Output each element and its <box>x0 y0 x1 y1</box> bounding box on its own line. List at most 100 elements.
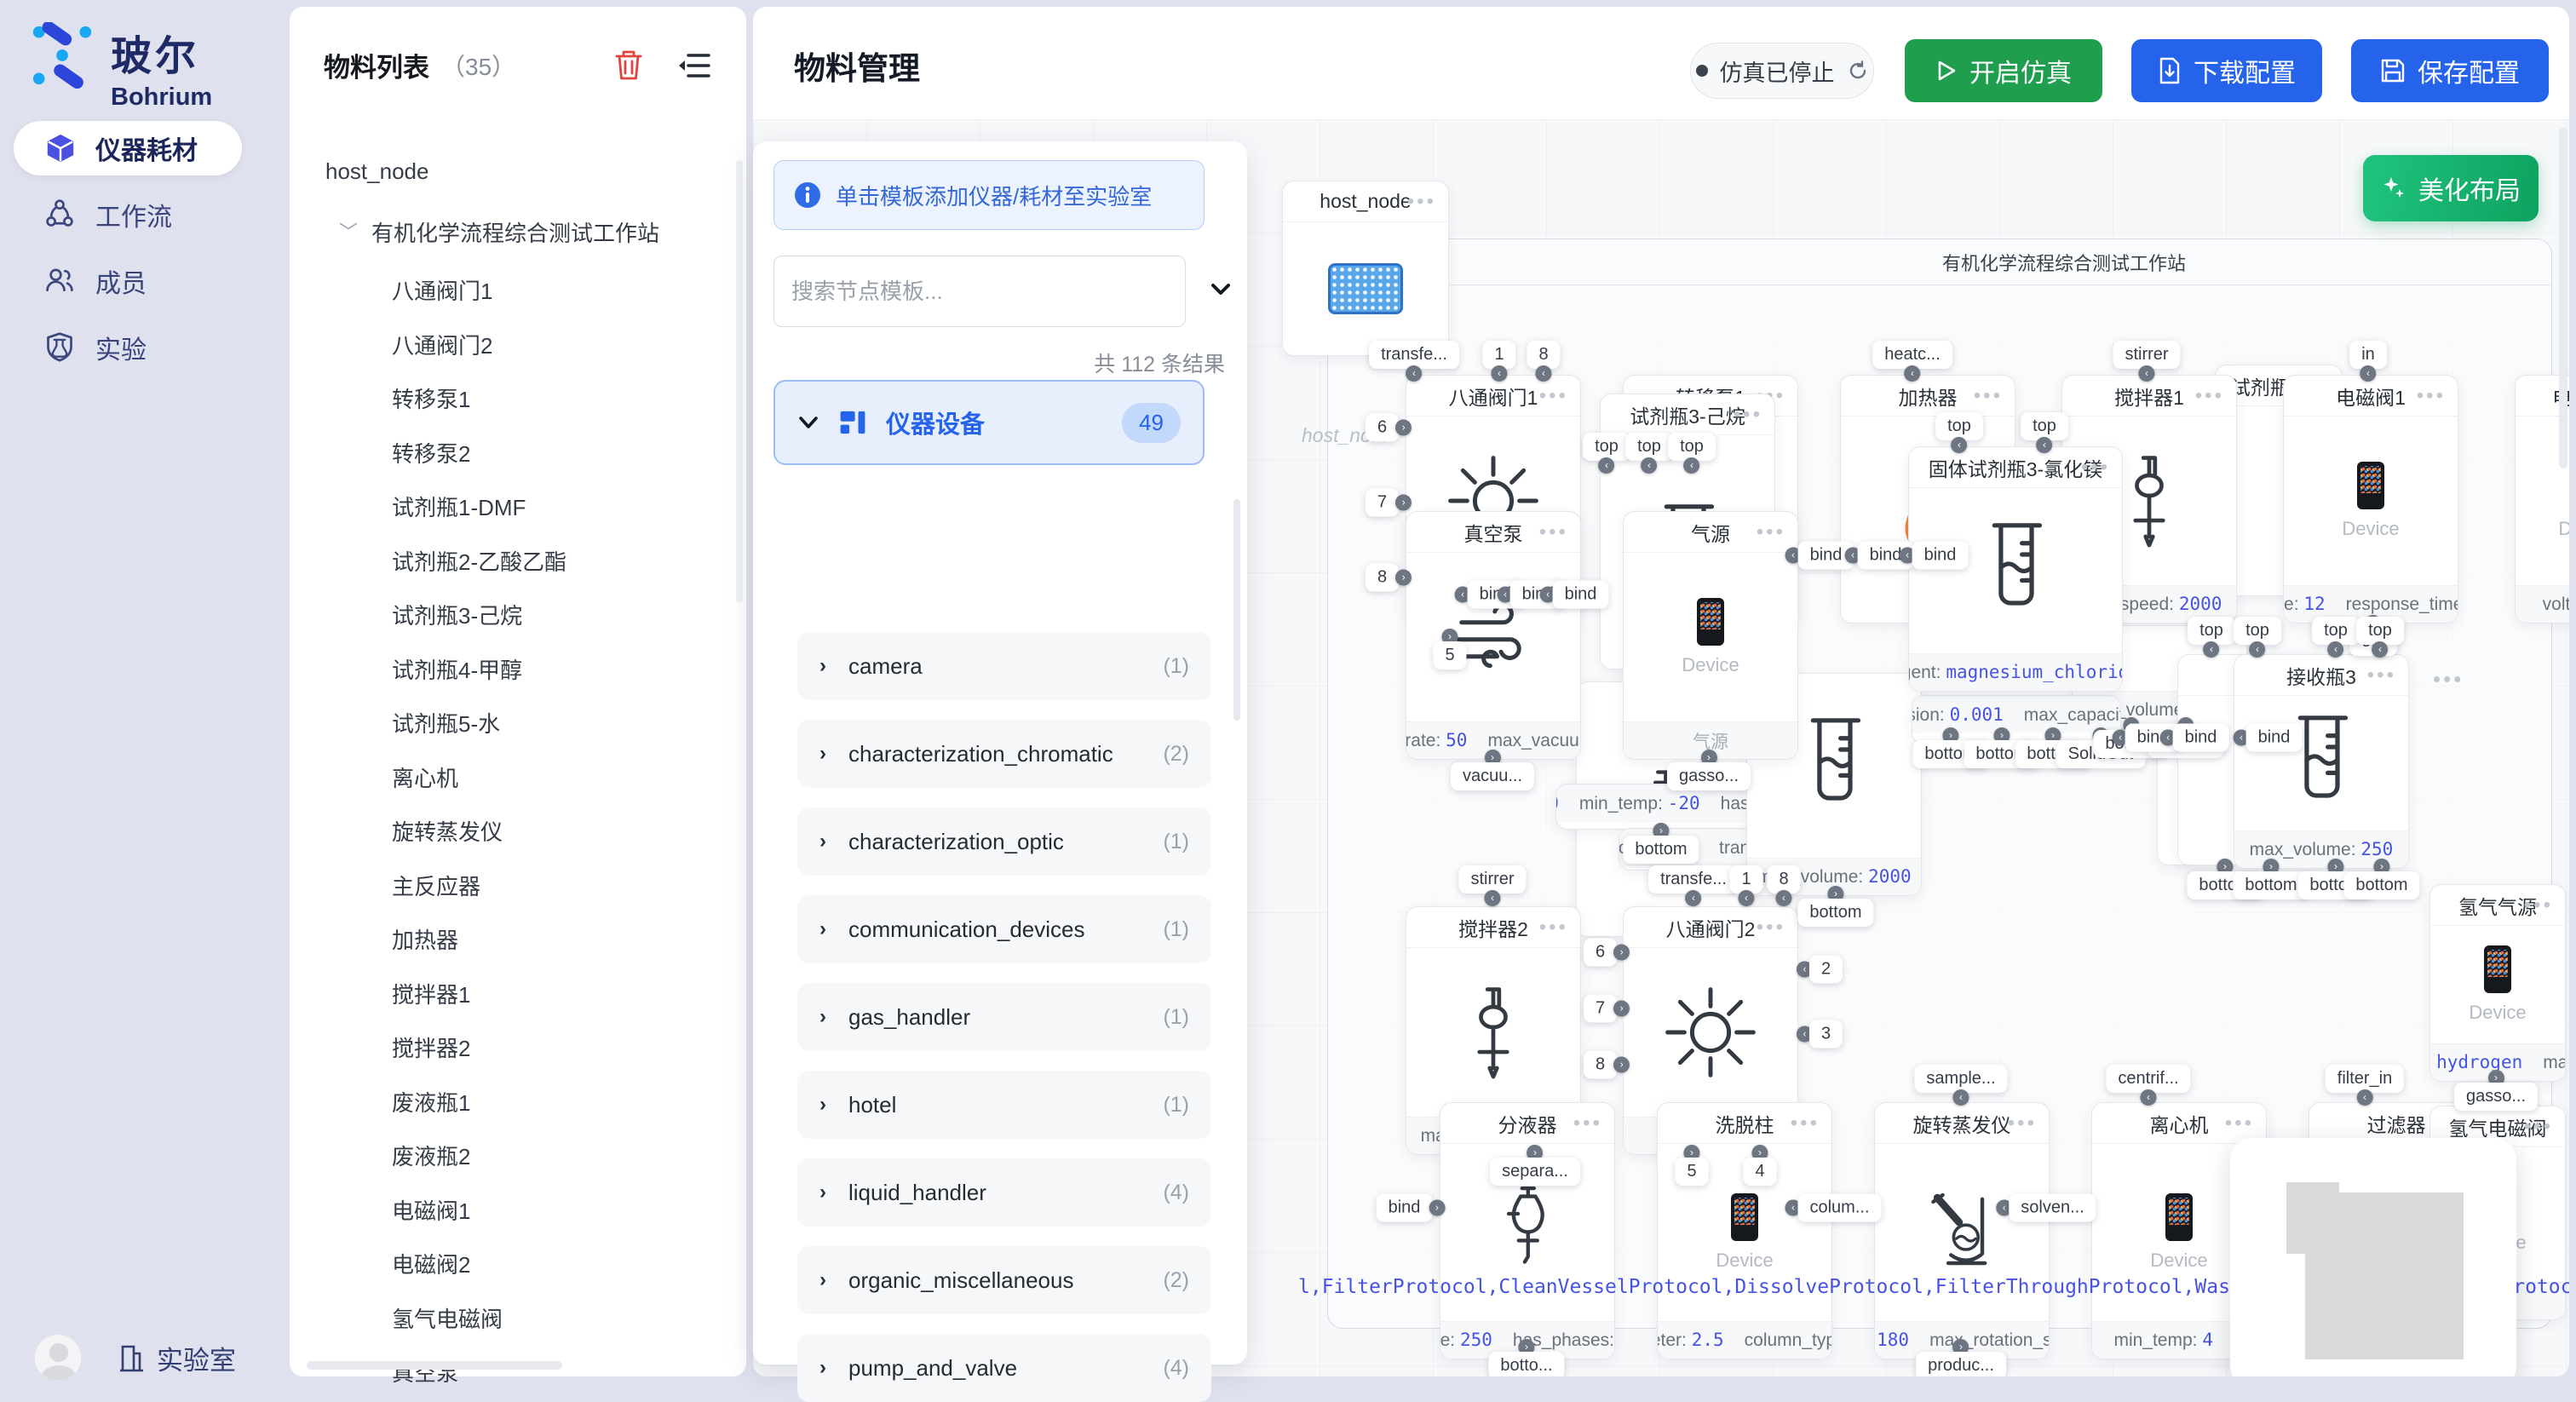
refresh-icon[interactable] <box>1847 60 1869 82</box>
category-row-organic_miscellaneous[interactable]: › organic_miscellaneous (2) <box>797 1246 1211 1314</box>
port-handle-icon[interactable]: ‹ <box>1484 890 1500 906</box>
sidebar-item-instruments[interactable]: 仪器耗材 <box>14 121 242 175</box>
port-handle-icon[interactable]: ‹ <box>1904 365 1920 382</box>
tree-item[interactable]: 废液瓶2 <box>392 1140 470 1171</box>
port-handle-icon[interactable]: ‹ <box>1599 457 1615 474</box>
port-8[interactable]: 8› <box>1584 1051 1630 1079</box>
sidebar-item-workflow[interactable]: 工作流 <box>14 187 242 242</box>
trash-icon[interactable] <box>613 49 644 83</box>
port-handle-icon[interactable]: ‹ <box>1536 365 1552 382</box>
node-menu-icon[interactable]: ••• <box>1974 384 2003 408</box>
port-gasso[interactable]: ›gasso... <box>1667 750 1751 790</box>
beautify-layout-button[interactable]: 美化布局 <box>2363 155 2539 221</box>
canvas-scrollbar[interactable] <box>2559 128 2567 468</box>
port-8[interactable]: 8‹ <box>1527 341 1560 382</box>
collapse-panel-icon[interactable] <box>676 50 712 81</box>
port-top[interactable]: top‹ <box>2312 617 2360 658</box>
category-row-camera[interactable]: › camera (1) <box>797 632 1211 700</box>
node-menu-icon[interactable]: ••• <box>2417 384 2446 408</box>
port-handle-icon[interactable]: ‹ <box>2140 1089 2156 1106</box>
port-top[interactable]: top‹ <box>1668 433 1716 474</box>
port-top[interactable]: top‹ <box>1625 433 1673 474</box>
port-vacuu[interactable]: ›vacuu... <box>1451 750 1534 790</box>
node-menu-icon[interactable]: ••• <box>1539 916 1568 939</box>
node-menu-icon[interactable]: ••• <box>2225 1112 2254 1135</box>
port-handle-icon[interactable]: ‹ <box>1686 890 1702 906</box>
port-top[interactable]: top‹ <box>1583 433 1630 474</box>
port-handle-icon[interactable]: › <box>1395 570 1412 586</box>
port-handle-icon[interactable]: ‹ <box>1952 437 1968 453</box>
category-row-hotel[interactable]: › hotel (1) <box>797 1071 1211 1139</box>
port-handle-icon[interactable]: ‹ <box>1492 365 1508 382</box>
tree-item[interactable]: 废液瓶1 <box>392 1086 470 1118</box>
port-bind[interactable]: ‹bind <box>1785 542 1854 570</box>
port-6[interactable]: 6› <box>1584 939 1630 967</box>
category-row-pump_and_valve[interactable]: › pump_and_valve (4) <box>797 1334 1211 1402</box>
port-handle-icon[interactable]: ‹ <box>2372 641 2389 658</box>
port-colum[interactable]: ‹colum... <box>1785 1194 1881 1222</box>
port-bind[interactable]: ‹bind <box>2160 724 2229 752</box>
port-handle-icon[interactable]: ‹ <box>1642 457 1658 474</box>
port-filter_in[interactable]: filter_in‹ <box>2326 1065 2404 1106</box>
port-3[interactable]: ‹3 <box>1797 1020 1843 1049</box>
port-top[interactable]: top‹ <box>1935 412 1983 453</box>
node-氢气气源[interactable]: 氢气气源•••Device_type: hydrogenmax_pre <box>2429 884 2566 1082</box>
simulation-status-pill[interactable]: 仿真已停止 <box>1690 43 1874 99</box>
port-heatc[interactable]: heatc...‹ <box>1872 341 1952 382</box>
tree-item-host-node[interactable]: host_node <box>325 158 428 185</box>
tree-item[interactable]: 转移泵1 <box>392 382 470 414</box>
node-旋转蒸发仪[interactable]: 旋转蒸发仪•••temp: 180max_rotation_speed: <box>1874 1102 2050 1359</box>
node-menu-icon[interactable]: ••• <box>1407 190 1436 214</box>
node-气源[interactable]: 气源•••Device气源 <box>1623 511 1798 760</box>
tree-item[interactable]: 搅拌器1 <box>392 978 470 1009</box>
port-5[interactable]: ›5 <box>1433 629 1466 669</box>
tree-item[interactable]: 试剂瓶3-己烷 <box>392 599 522 630</box>
port-handle-icon[interactable]: ‹ <box>2356 1089 2372 1106</box>
tree-item[interactable]: 加热器 <box>392 923 458 955</box>
node-menu-icon[interactable]: ••• <box>2008 1112 2037 1135</box>
port-8[interactable]: 8‹ <box>1767 865 1800 906</box>
tree-item[interactable]: 试剂瓶4-甲醇 <box>392 653 522 685</box>
port-handle-icon[interactable]: › <box>1613 945 1630 961</box>
tree-item[interactable]: 主反应器 <box>392 870 480 901</box>
port-top[interactable]: top‹ <box>2021 412 2068 453</box>
node-menu-icon[interactable]: ••• <box>1734 403 1762 427</box>
port-top[interactable]: top‹ <box>2234 617 2281 658</box>
port-6[interactable]: 6› <box>1366 414 1412 442</box>
port-top[interactable]: top‹ <box>2356 617 2404 658</box>
node-分液器[interactable]: 分液器•••volume: 250has_phases: true <box>1440 1102 1615 1359</box>
category-row-communication_devices[interactable]: › communication_devices (1) <box>797 895 1211 963</box>
category-row-characterization_optic[interactable]: › characterization_optic (1) <box>797 807 1211 876</box>
template-scrollbar[interactable] <box>1233 499 1240 721</box>
tree-item[interactable]: 旋转蒸发仪 <box>392 815 503 847</box>
port-handle-icon[interactable]: ‹ <box>2204 641 2220 658</box>
node-menu-icon[interactable]: ••• <box>2081 456 2110 480</box>
port-in[interactable]: in‹ <box>2349 341 2387 382</box>
node-menu-icon[interactable]: ••• <box>2433 666 2464 692</box>
tree-item[interactable]: 试剂瓶2-乙酸乙酯 <box>392 545 566 577</box>
port-4[interactable]: ›4 <box>1743 1145 1776 1186</box>
port-top[interactable]: top‹ <box>2188 617 2235 658</box>
node-menu-icon[interactable]: ••• <box>1757 916 1785 939</box>
tree-item[interactable]: 电磁阀2 <box>392 1248 470 1279</box>
port-handle-icon[interactable]: › <box>1613 1001 1630 1017</box>
node-menu-icon[interactable]: ••• <box>2524 893 2553 917</box>
port-7[interactable]: 7› <box>1584 995 1630 1023</box>
port-handle-icon[interactable]: ‹ <box>1776 890 1792 906</box>
port-gasso[interactable]: ›gasso... <box>2454 1070 2538 1111</box>
port-handle-icon[interactable]: ‹ <box>1739 890 1755 906</box>
node-menu-icon[interactable]: ••• <box>1757 520 1785 544</box>
node-menu-icon[interactable]: ••• <box>1539 384 1568 408</box>
port-handle-icon[interactable]: › <box>1395 420 1412 436</box>
sidebar-item-lab[interactable]: 实验室 <box>118 1339 236 1377</box>
port-handle-icon[interactable]: ‹ <box>2250 641 2266 658</box>
port-1[interactable]: 1‹ <box>1482 341 1515 382</box>
materials-hscrollbar[interactable] <box>307 1361 562 1370</box>
search-input[interactable] <box>791 279 1149 305</box>
tree-item-station[interactable]: ﹀ 有机化学流程综合测试工作站 <box>339 216 659 248</box>
tree-item[interactable]: 电磁阀1 <box>392 1194 470 1226</box>
start-simulation-button[interactable]: 开启仿真 <box>1905 39 2102 102</box>
tree-item[interactable]: 八通阀门2 <box>392 329 492 360</box>
port-bottom[interactable]: ›bottom <box>2343 859 2419 899</box>
port-handle-icon[interactable]: › <box>1613 1057 1630 1073</box>
